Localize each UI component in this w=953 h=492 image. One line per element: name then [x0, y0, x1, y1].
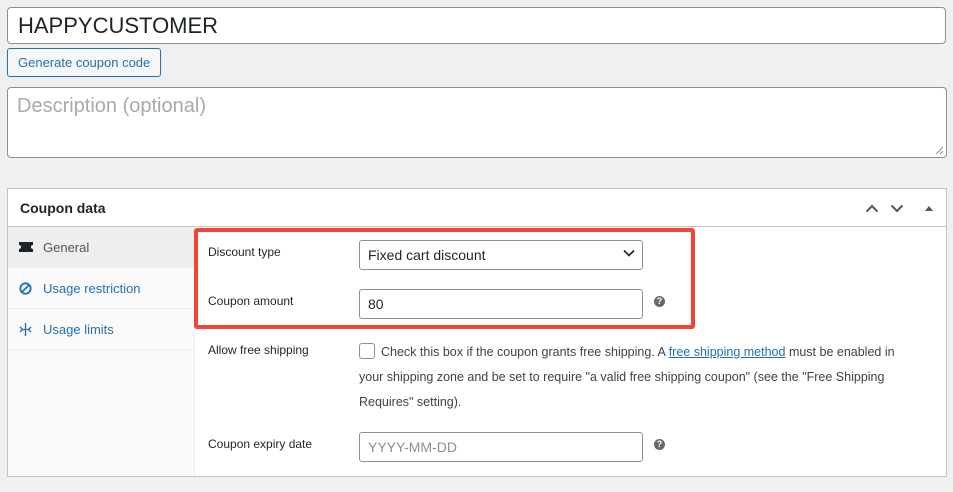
- panel-title: Coupon data: [20, 200, 106, 216]
- tab-general[interactable]: General: [8, 227, 194, 268]
- tab-usage-limits[interactable]: Usage limits: [8, 309, 194, 350]
- free-shipping-label: Allow free shipping: [208, 343, 309, 357]
- resize-grip-icon[interactable]: [935, 146, 944, 155]
- ticket-icon: [18, 240, 33, 255]
- free-shipping-description: Check this box if the coupon grants free…: [359, 345, 895, 409]
- expiry-date-input[interactable]: [359, 432, 643, 462]
- free-shipping-method-link[interactable]: free shipping method: [669, 345, 786, 359]
- move-down-icon[interactable]: [887, 198, 907, 218]
- coupon-amount-label: Coupon amount: [208, 294, 294, 308]
- ban-icon: [18, 281, 33, 296]
- coupon-tabs: General Usage restriction Usage limits: [8, 227, 195, 476]
- description-textarea[interactable]: [7, 87, 947, 158]
- discount-type-label: Discount type: [208, 245, 281, 259]
- tab-label: Usage limits: [43, 321, 114, 337]
- discount-type-value: Fixed cart discount: [368, 247, 486, 263]
- help-icon[interactable]: ?: [654, 439, 665, 450]
- collapse-toggle-icon[interactable]: [919, 198, 939, 218]
- coupon-data-panel: Coupon data General Usage restriction Us…: [7, 188, 947, 477]
- chevron-down-icon: [623, 249, 635, 257]
- expiry-date-label: Coupon expiry date: [208, 437, 313, 451]
- coupon-amount-input[interactable]: [359, 289, 643, 319]
- generate-coupon-code-button[interactable]: Generate coupon code: [7, 48, 162, 77]
- help-icon[interactable]: ?: [654, 296, 665, 307]
- coupon-code-input[interactable]: [7, 7, 946, 44]
- tab-label: General: [43, 239, 90, 255]
- tab-usage-restriction[interactable]: Usage restriction: [8, 268, 194, 309]
- discount-type-select[interactable]: Fixed cart discount: [359, 240, 643, 270]
- limits-icon: [18, 322, 33, 337]
- move-up-icon[interactable]: [862, 198, 882, 218]
- tab-label: Usage restriction: [43, 280, 141, 296]
- panel-header: Coupon data: [8, 189, 946, 227]
